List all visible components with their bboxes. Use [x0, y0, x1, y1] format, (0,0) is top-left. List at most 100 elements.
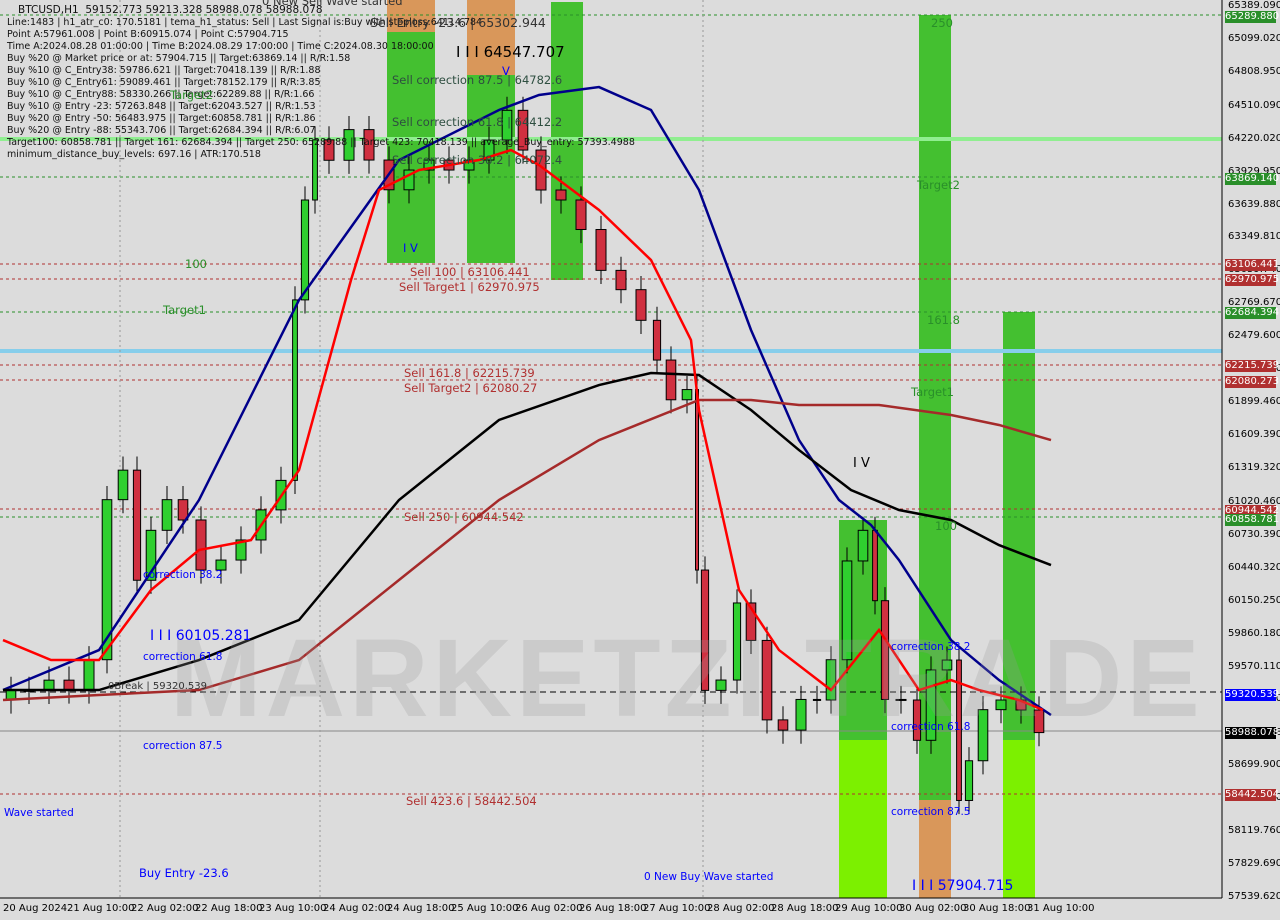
x-tick-label: 24 Aug 18:00 — [387, 903, 455, 914]
candle — [857, 529, 869, 562]
x-tick-label: 22 Aug 18:00 — [195, 903, 263, 914]
y-tick-label: 65389.090 — [1228, 0, 1280, 11]
candle — [665, 359, 677, 401]
candle — [695, 389, 699, 571]
wave-started-label: Wave started — [4, 807, 74, 819]
sell-entry-label: Sell Entry -23.6 | 65302.944 — [370, 15, 546, 30]
buy-entry-label: Buy Entry -23.6 — [139, 866, 229, 880]
sell-target2-label: Sell Target2 | 62080.27 — [404, 381, 538, 395]
zone-lime — [1003, 740, 1035, 898]
sell-100-label: Sell 100 | 63106.441 — [410, 265, 530, 279]
x-tick-label: 26 Aug 02:00 — [515, 903, 583, 914]
info-line: Time A:2024.08.28 01:00:00 | Time B:2024… — [7, 41, 434, 52]
y-tick-label: 64510.090 — [1228, 99, 1280, 111]
y-tick-label: 64808.950 — [1228, 65, 1280, 77]
x-tick-label: 20 Aug 2024 — [3, 903, 68, 914]
target1-left: Target1 — [163, 303, 206, 317]
candle — [652, 319, 662, 361]
y-tick-label: 60730.390 — [1228, 528, 1280, 540]
target2-left: Target2 — [170, 88, 213, 102]
wave-low-left: I I I 60105.281 — [150, 628, 252, 644]
level-100-left: 100 — [185, 257, 207, 271]
target2-right: Target2 — [917, 178, 960, 192]
candle — [292, 299, 298, 481]
y-tick-label: 59860.180 — [1228, 627, 1280, 639]
iv-left: I V — [403, 241, 418, 255]
correction-875-left: correction 87.5 — [143, 740, 223, 752]
sell-correction-618: Sell correction 61.8 | 64412.2 — [392, 115, 563, 129]
candle — [161, 499, 173, 531]
y-tick-label: 61319.320 — [1228, 461, 1280, 473]
y-tick-label: 57539.620 — [1228, 891, 1280, 902]
candle — [595, 229, 607, 271]
correction-382-right: correction 38.2 — [891, 641, 971, 653]
new-buy-wave-label: 0 New Buy Wave started — [644, 871, 774, 883]
price-tag: 63106.441 — [1225, 259, 1280, 272]
price-tag: 58988.078 — [1225, 726, 1280, 739]
wave-low-right: I I I 57904.715 — [912, 878, 1014, 894]
y-tick-label: 60440.320 — [1228, 561, 1280, 573]
sell-correction-382: Sell correction 38.2 | 64072.4 — [392, 153, 563, 167]
candle — [132, 469, 142, 581]
x-tick-label: 26 Aug 18:00 — [579, 903, 647, 914]
y-tick-label: 62479.600 — [1228, 330, 1280, 342]
sell-250-label: Sell 250 | 60944.542 — [404, 510, 524, 524]
x-tick-label: 23 Aug 10:00 — [259, 903, 327, 914]
y-tick-label: 63639.880 — [1228, 198, 1280, 210]
info-line: Target100: 60858.781 || Target 161: 6268… — [7, 137, 635, 148]
candle — [83, 659, 95, 691]
candle — [575, 199, 587, 231]
candle — [615, 269, 627, 291]
correction-618-right: correction 61.8 — [891, 721, 971, 733]
correction-382-left: correction 38.2 — [143, 569, 223, 581]
info-line: minimum_distance_buy_levels: 697.16 | AT… — [7, 149, 261, 160]
price-tag: 60858.781 — [1225, 514, 1280, 527]
candle — [63, 679, 75, 691]
x-tick-label: 27 Aug 10:00 — [643, 903, 711, 914]
candle — [195, 519, 207, 571]
correction-875-right: correction 87.5 — [891, 806, 971, 818]
x-tick-label: 30 Aug 02:00 — [899, 903, 967, 914]
y-tick-label: 60150.250 — [1228, 594, 1280, 606]
break-label: 0Break | 59320.539 — [108, 681, 207, 692]
level-250: 250 — [931, 16, 953, 30]
price-tag: 62215.739 — [1225, 360, 1280, 373]
y-tick-label: 58699.900 — [1228, 759, 1280, 771]
y-tick-label: 61609.390 — [1228, 429, 1280, 441]
target1-right: Target1 — [911, 385, 954, 399]
y-tick-label: 64220.020 — [1228, 132, 1280, 144]
candle — [555, 189, 567, 201]
sell-target1-label: Sell Target1 | 62970.975 — [399, 280, 540, 294]
candle — [681, 389, 693, 401]
correction-618-left: correction 61.8 — [143, 651, 223, 663]
x-tick-label: 29 Aug 10:00 — [835, 903, 903, 914]
info-line: Buy %10 @ C_Entry38: 59786.621 || Target… — [7, 65, 321, 76]
info-line: Buy %10 @ C_Entry61: 59089.461 || Target… — [7, 77, 321, 88]
sell-1618-label: Sell 161.8 | 62215.739 — [404, 366, 535, 380]
price-tag: 58442.504 — [1225, 788, 1280, 801]
y-tick-label: 59570.110 — [1228, 660, 1280, 672]
candle — [872, 529, 878, 602]
y-tick-label: 61899.460 — [1228, 396, 1280, 408]
sell-correction-875: Sell correction 87.5 | 64782.6 — [392, 73, 563, 87]
x-tick-label: 28 Aug 02:00 — [707, 903, 775, 914]
x-tick-label: 21 Aug 10:00 — [67, 903, 135, 914]
candle — [300, 199, 310, 301]
info-line: Buy %10 @ Entry -23: 57263.848 || Target… — [7, 101, 316, 112]
candle — [117, 469, 129, 501]
watermark: MARKETZI TRADE — [170, 617, 1204, 740]
y-tick-label: 57829.690 — [1228, 858, 1280, 870]
price-tag: 59320.539 — [1225, 688, 1280, 701]
x-tick-label: 28 Aug 18:00 — [771, 903, 839, 914]
y-tick-label: 65099.020 — [1228, 32, 1280, 44]
x-tick-label: 30 Aug 18:00 — [963, 903, 1031, 914]
info-line: Buy %10 @ C_Entry88: 58330.266 || Target… — [7, 89, 315, 100]
y-tick-label: 63349.810 — [1228, 231, 1280, 243]
x-tick-label: 31 Aug 10:00 — [1027, 903, 1095, 914]
wave-high-label: I I I 64547.707 — [456, 43, 565, 61]
symbol: BTCUSD,H1 — [18, 4, 79, 16]
level-1618: 161.8 — [927, 313, 960, 327]
candle — [101, 499, 113, 661]
price-tag: 65289.880 — [1225, 11, 1280, 24]
price-tag: 62970.975 — [1225, 274, 1280, 287]
